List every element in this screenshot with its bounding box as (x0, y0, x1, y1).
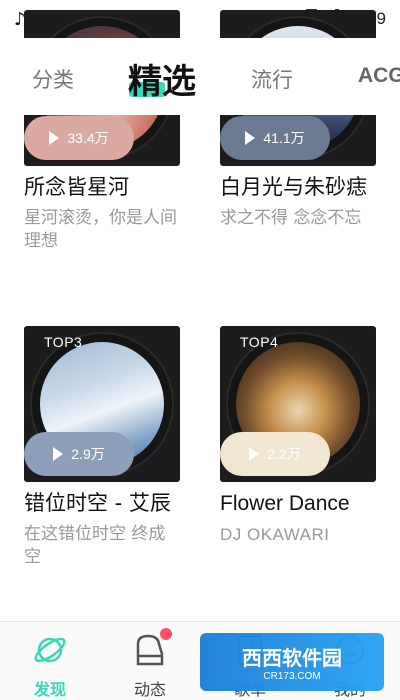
playlist-subtitle: 求之不得 念念不忘 (220, 208, 362, 228)
nav-discover[interactable]: 发现 (20, 632, 80, 700)
play-count: 2.2万 (267, 446, 301, 462)
tab-featured[interactable]: 精选 (128, 54, 196, 103)
watermark-logo: 西西软件园 CR173.COM (200, 633, 384, 691)
notification-badge (160, 628, 172, 640)
playlist-title[interactable]: 所念皆星河 (24, 174, 180, 201)
play-count-button[interactable]: 2.9万 (24, 432, 134, 476)
rank-label: TOP4 (240, 334, 279, 350)
watermark-text: 西西软件园 (242, 646, 342, 670)
play-icon (49, 131, 60, 145)
play-count: 33.4万 (67, 130, 109, 146)
playlist-card[interactable]: TOP4 2.2万 Flower Dance DJ OKAWARI (220, 326, 376, 546)
planet-icon (34, 637, 66, 663)
playlist-cover[interactable]: TOP4 2.2万 (220, 326, 376, 482)
playlist-subtitle: 星河滚烫，你是人间理想 (24, 208, 177, 251)
playlist-title[interactable]: 错位时空 - 艾辰 (24, 490, 180, 517)
tab-category[interactable]: 分类 (32, 64, 74, 94)
watermark-domain: CR173.COM (263, 671, 321, 682)
play-count: 41.1万 (263, 130, 305, 146)
playlist-subtitle: 在这错位时空 终成空 (24, 524, 166, 567)
play-count-button[interactable]: 2.2万 (220, 432, 330, 476)
playlist-cover[interactable]: TOP3 2.9万 (24, 326, 180, 482)
play-icon (249, 447, 260, 461)
play-count-button[interactable]: 41.1万 (220, 116, 330, 160)
category-tabs-overlay: 分类 精选 流行 ACG (0, 48, 400, 108)
play-icon (245, 131, 256, 145)
play-count-button[interactable]: 33.4万 (24, 116, 134, 160)
play-count: 2.9万 (71, 446, 105, 462)
nav-label: 发现 (33, 680, 66, 699)
rank-label: TOP3 (44, 334, 83, 350)
playlist-subtitle: DJ OKAWARI (220, 525, 330, 544)
nav-label: 动态 (133, 680, 166, 699)
nav-feed[interactable]: 动态 (120, 628, 180, 700)
app-root: ♪ A 1:39 分类 精选 流行 ACG 33.4万 所念皆星河 星河滚烫， (0, 0, 400, 700)
playlist-card[interactable]: TOP3 2.9万 错位时空 - 艾辰 在这错位时空 终成空 (24, 326, 180, 569)
tab-popular[interactable]: 流行 (251, 64, 293, 94)
play-icon (53, 447, 64, 461)
playlist-title[interactable]: 白月光与朱砂痣 (220, 174, 376, 201)
playlist-title[interactable]: Flower Dance (220, 490, 376, 517)
tab-featured-label: 精选 (128, 62, 196, 102)
tab-acg[interactable]: ACG (358, 64, 400, 88)
